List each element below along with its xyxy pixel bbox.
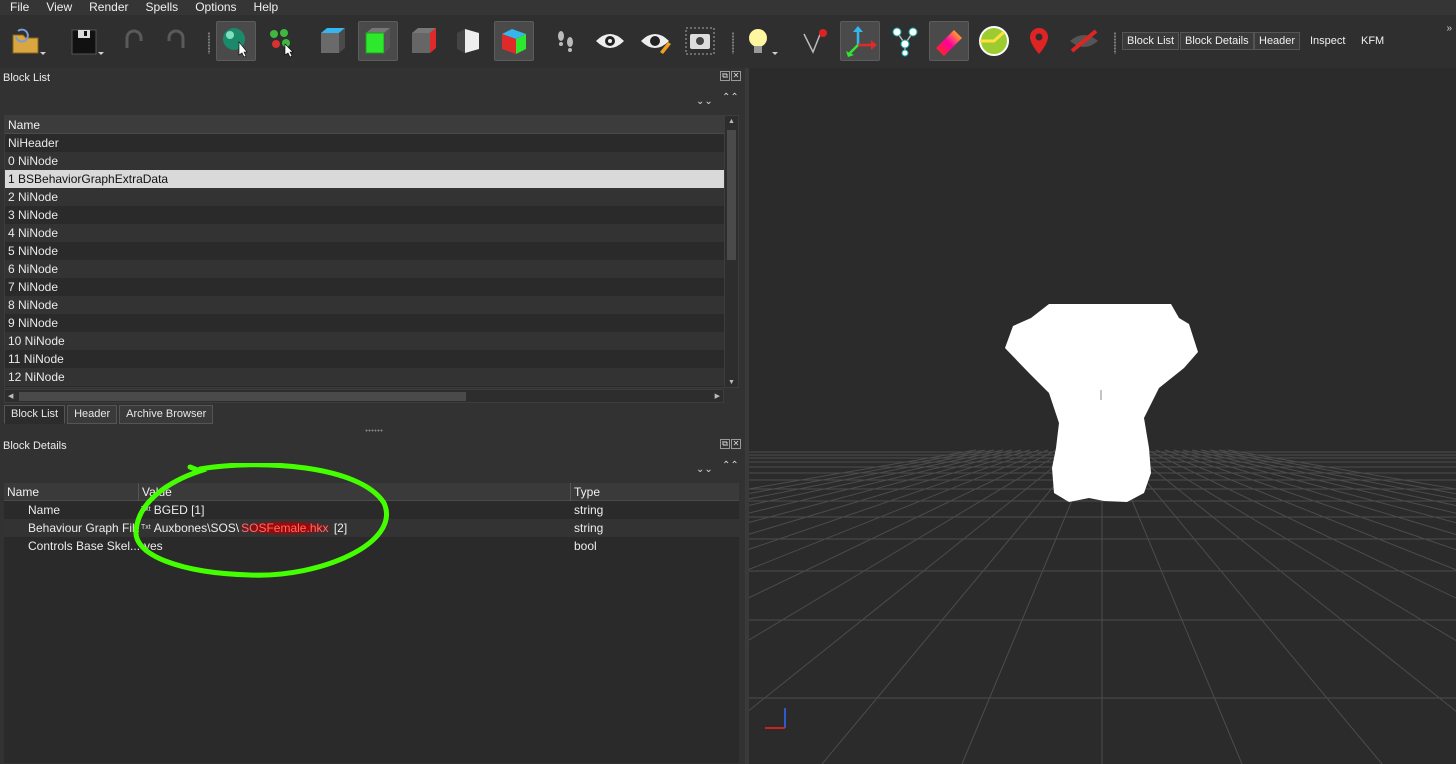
- redo-icon[interactable]: [156, 21, 196, 61]
- block-details-title: Block Details: [3, 440, 67, 452]
- menu-bar: File View Render Spells Options Help: [0, 0, 1456, 15]
- toolbar: Block List Block Details Header Inspect …: [0, 15, 1456, 68]
- block-details-dock-buttons: ⧉ ✕: [720, 439, 741, 449]
- show-hidden-icon[interactable]: [590, 21, 630, 61]
- show-nodes-icon[interactable]: [885, 21, 925, 61]
- detail-type: bool: [574, 539, 597, 553]
- tab-archive-browser[interactable]: Archive Browser: [119, 405, 214, 424]
- detail-type: string: [574, 521, 604, 535]
- kfm-toggle-button[interactable]: KFM: [1356, 32, 1389, 50]
- nifskope-window: File View Render Spells Options Help Blo…: [0, 0, 1456, 764]
- block-list-row[interactable]: 2 NiNode: [5, 188, 725, 206]
- block-list-vscrollbar[interactable]: ▲ ▼: [724, 116, 738, 387]
- hide-lod-icon[interactable]: [1064, 21, 1104, 61]
- walk-icon[interactable]: [546, 21, 586, 61]
- block-list-row[interactable]: NiHeader: [5, 134, 725, 152]
- column-name-header[interactable]: Name: [4, 483, 139, 501]
- view-user-icon[interactable]: [494, 21, 534, 61]
- toolbar-extension-icon[interactable]: »: [1446, 23, 1452, 34]
- scroll-down-icon[interactable]: ▼: [728, 379, 735, 386]
- menu-options[interactable]: Options: [185, 0, 243, 15]
- hide-icon[interactable]: [635, 21, 675, 61]
- block-details-toggle-button[interactable]: Block Details: [1180, 32, 1254, 50]
- header-toggle-button[interactable]: Header: [1254, 32, 1301, 50]
- axes-gizmo-icon: [765, 708, 786, 729]
- column-type-header[interactable]: Type: [571, 483, 739, 501]
- render-viewport[interactable]: [749, 68, 1456, 764]
- show-markers-icon[interactable]: [795, 21, 835, 61]
- toolbar-grip[interactable]: [1113, 32, 1117, 54]
- mesh-shape: [1005, 304, 1198, 502]
- scroll-up-icon[interactable]: ▲: [728, 118, 735, 125]
- block-list-hscrollbar[interactable]: ◀ ▶: [4, 389, 724, 403]
- menu-help[interactable]: Help: [244, 0, 286, 15]
- column-name-header[interactable]: Name: [5, 116, 725, 134]
- show-markers-pin-icon[interactable]: [1019, 21, 1059, 61]
- block-list-row[interactable]: 7 NiNode: [5, 278, 725, 296]
- block-list-row[interactable]: 5 NiNode: [5, 242, 725, 260]
- block-list-row[interactable]: 12 NiNode: [5, 368, 725, 386]
- float-icon[interactable]: ⧉: [720, 71, 730, 81]
- view-side-icon[interactable]: [404, 21, 444, 61]
- scroll-left-icon[interactable]: ◀: [8, 392, 13, 400]
- grid-floor: [749, 304, 1456, 764]
- block-list-row[interactable]: 0 NiNode: [5, 152, 725, 170]
- lighting-icon[interactable]: [738, 21, 778, 61]
- annotation-circle: [133, 463, 389, 578]
- tab-header[interactable]: Header: [67, 405, 118, 424]
- collapse-all-icon[interactable]: ⌃⌃: [722, 460, 739, 471]
- block-list-row[interactable]: 8 NiNode: [5, 296, 725, 314]
- block-list-toggle-button[interactable]: Block List: [1122, 32, 1180, 50]
- screenshot-icon[interactable]: [680, 21, 720, 61]
- detail-name: Controls Base Skel...: [28, 539, 139, 553]
- detail-name: Behaviour Graph File: [28, 521, 139, 535]
- block-list-row[interactable]: 3 NiNode: [5, 206, 725, 224]
- select-object-icon[interactable]: [216, 21, 256, 61]
- block-list-row[interactable]: 11 NiNode: [5, 350, 725, 368]
- dock-splitter-handle[interactable]: [365, 429, 383, 432]
- show-collision-icon[interactable]: [974, 21, 1014, 61]
- block-list-table: Name NiHeader 0 NiNode 1 BSBehaviorGraphEx…: [4, 115, 739, 388]
- load-icon[interactable]: [6, 21, 46, 61]
- toolbar-grip[interactable]: [731, 32, 735, 54]
- inspect-toggle-button[interactable]: Inspect: [1305, 32, 1350, 50]
- view-front-icon[interactable]: [358, 21, 398, 61]
- block-list-rows: NiHeader 0 NiNode 1 BSBehaviorGraphExtraDa…: [5, 134, 725, 386]
- dock-tabs: Block List Header Archive Browser: [4, 405, 215, 424]
- save-icon[interactable]: [64, 21, 104, 61]
- block-list-row[interactable]: 1 BSBehaviorGraphExtraData: [5, 170, 725, 188]
- close-icon[interactable]: ✕: [731, 439, 741, 449]
- show-axes-icon[interactable]: [840, 21, 880, 61]
- expand-all-icon[interactable]: ⌄⌄: [696, 96, 713, 107]
- float-icon[interactable]: ⧉: [720, 439, 730, 449]
- block-list-row[interactable]: 9 NiNode: [5, 314, 725, 332]
- collapse-all-icon[interactable]: ⌃⌃: [722, 92, 739, 103]
- menu-file[interactable]: File: [0, 0, 36, 15]
- block-list-title: Block List: [3, 72, 51, 84]
- view-top-icon[interactable]: [313, 21, 353, 61]
- detail-type: string: [574, 503, 604, 517]
- scroll-thumb[interactable]: [727, 130, 736, 260]
- view-perspective-icon[interactable]: [449, 21, 489, 61]
- menu-render[interactable]: Render: [79, 0, 135, 15]
- block-list-header: Name: [5, 116, 725, 134]
- show-bounds-icon[interactable]: [929, 21, 969, 61]
- close-icon[interactable]: ✕: [731, 71, 741, 81]
- select-vertex-icon[interactable]: [262, 21, 302, 61]
- expand-all-icon[interactable]: ⌄⌄: [696, 464, 713, 475]
- menu-spells[interactable]: Spells: [136, 0, 186, 15]
- block-list-row[interactable]: 4 NiNode: [5, 224, 725, 242]
- undo-icon[interactable]: [114, 21, 154, 61]
- scroll-right-icon[interactable]: ▶: [715, 392, 720, 400]
- left-dock: Block List ⧉ ✕ ⌄⌄ ⌃⌃ Name NiHeader 0 NiNo…: [0, 68, 745, 764]
- tab-block-list[interactable]: Block List: [4, 405, 66, 424]
- block-list-row[interactable]: 10 NiNode: [5, 332, 725, 350]
- block-list-dock-buttons: ⧉ ✕: [720, 71, 741, 81]
- block-list-row[interactable]: 6 NiNode: [5, 260, 725, 278]
- menu-view[interactable]: View: [36, 0, 79, 15]
- scroll-thumb[interactable]: [19, 392, 466, 401]
- toolbar-grip[interactable]: [207, 32, 211, 54]
- detail-name: Name: [28, 503, 61, 517]
